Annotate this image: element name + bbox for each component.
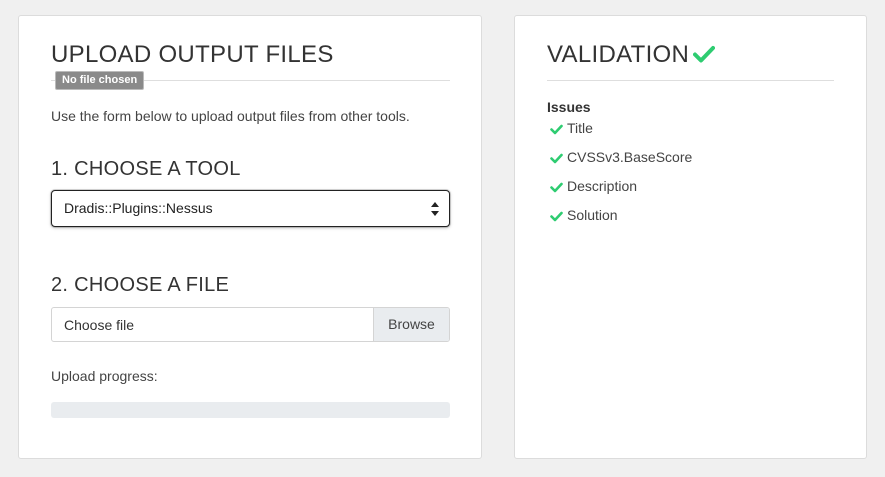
upload-title: UPLOAD OUTPUT FILES [51,41,334,68]
issue-label: Title [567,120,593,136]
upload-panel: UPLOAD OUTPUT FILES No file chosen Use t… [18,15,482,459]
list-item: Title [550,120,692,149]
tool-select-value: Dradis::Plugins::Nessus [64,200,213,216]
validation-title-text: VALIDATION [547,41,690,68]
tool-select[interactable]: Dradis::Plugins::Nessus [51,190,450,227]
list-item: CVSSv3.BaseScore [550,149,692,178]
check-icon [550,149,567,167]
upload-progress-bar [51,402,450,418]
step-choose-file-heading: 2. CHOOSE A FILE [51,274,230,296]
select-arrows-icon [431,202,439,216]
issue-label: CVSSv3.BaseScore [567,149,693,165]
check-icon [550,178,567,196]
upload-intro-text: Use the form below to upload output file… [51,108,410,124]
check-icon [550,207,567,225]
browse-button[interactable]: Browse [373,308,449,341]
validation-title-divider [547,80,834,81]
list-item: Solution [550,207,692,236]
upload-progress-label: Upload progress: [51,368,158,384]
file-input-label: Choose file [64,317,135,333]
validation-title: VALIDATION [547,41,716,69]
step-choose-tool-heading: 1. CHOOSE A TOOL [51,158,241,180]
check-icon [693,46,716,63]
issue-label: Solution [567,207,618,223]
issue-label: Description [567,178,638,194]
file-input[interactable]: Choose file Browse [51,307,450,342]
file-tooltip: No file chosen [55,71,145,90]
validation-panel: VALIDATION Issues Title CVSSv3.BaseScore… [514,15,867,459]
check-icon [550,120,567,138]
issue-list: Title CVSSv3.BaseScore Description Solut… [550,120,692,236]
issues-heading: Issues [547,99,591,115]
list-item: Description [550,178,692,207]
